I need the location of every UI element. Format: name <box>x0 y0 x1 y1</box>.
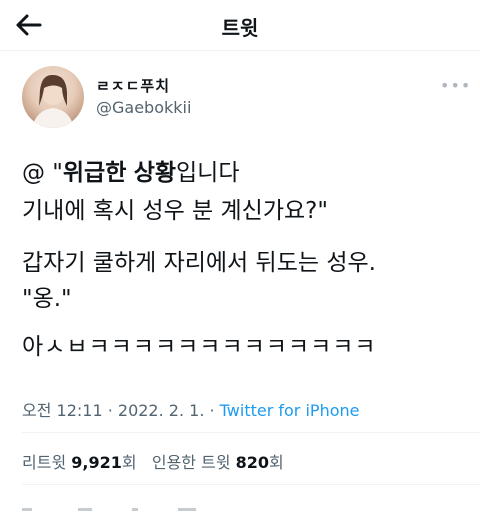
tweet-line-1-bold-b: 상황 <box>133 160 177 186</box>
tweet-time-date: 오전 12:11 · 2022. 2. 1. · <box>22 401 220 420</box>
top-bar: 트윗 <box>0 0 480 50</box>
tweet-line-1: @ "위급한 상황입니다 <box>22 158 240 188</box>
quotes-stat[interactable]: 인용한 트윗 820회 <box>152 453 284 472</box>
quotes-unit: 회 <box>269 453 284 472</box>
tweet-stats: 리트윗 9,921회 인용한 트윗 820회 <box>22 449 284 473</box>
retweets-label: 리트윗 <box>22 453 72 472</box>
retweets-unit: 회 <box>121 453 137 472</box>
header-divider <box>0 50 480 51</box>
tweet-line-1-bold-a: 위급한 <box>62 160 127 186</box>
author-handle[interactable]: @Gaebokkii <box>96 98 191 117</box>
page-title: 트윗 <box>221 16 259 40</box>
avatar[interactable] <box>22 66 84 128</box>
tweet-line-1-prefix: @ " <box>22 160 63 186</box>
tweet-metadata: 오전 12:11 · 2022. 2. 1. · Twitter for iPh… <box>22 397 359 421</box>
quotes-label: 인용한 트윗 <box>151 453 236 472</box>
tweet-source-link[interactable]: Twitter for iPhone <box>220 401 360 420</box>
more-options-icon[interactable]: ••• <box>440 76 471 95</box>
metadata-divider <box>22 432 480 433</box>
tweet-line-3: 갑자기 쿨하게 자리에서 뒤도는 성우. <box>22 250 376 276</box>
tweet-line-5: 아ㅅㅂㅋㅋㅋㅋㅋㅋㅋㅋㅋㅋㅋㅋㅋ <box>22 334 377 360</box>
cut-off-row <box>18 496 218 511</box>
tweet-line-1-suffix: 입니다 <box>176 160 240 186</box>
tweet-line-2: 기내에 혹시 성우 분 계신가요?" <box>22 198 328 224</box>
tweet-line-1-space <box>126 160 133 186</box>
tweet-line-4: "옹." <box>22 286 72 312</box>
quotes-count: 820 <box>235 453 270 472</box>
author-display-name[interactable]: ㄹㅈㄷ푸치 <box>96 75 170 96</box>
retweets-stat[interactable]: 리트윗 9,921회 <box>22 453 137 472</box>
stats-divider <box>22 484 480 485</box>
retweets-count: 9,921 <box>71 453 122 472</box>
